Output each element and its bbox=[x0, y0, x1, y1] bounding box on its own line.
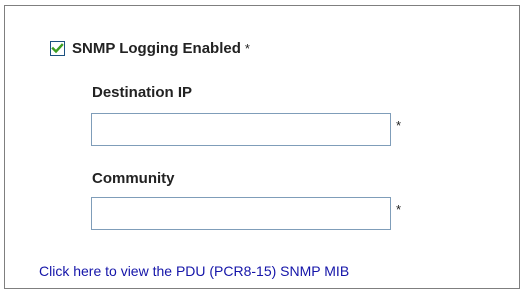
checkmark-icon bbox=[51, 43, 64, 54]
destination-ip-input[interactable] bbox=[91, 113, 391, 146]
snmp-logging-row: SNMP Logging Enabled * bbox=[50, 40, 250, 57]
community-required-marker: * bbox=[396, 202, 402, 217]
community-input[interactable] bbox=[91, 197, 391, 230]
snmp-logging-checkbox[interactable] bbox=[50, 41, 65, 56]
snmp-logging-label: SNMP Logging Enabled * bbox=[72, 40, 250, 57]
snmp-settings-panel: SNMP Logging Enabled * Destination IP * C… bbox=[4, 5, 520, 289]
destination-ip-required-marker: * bbox=[396, 118, 402, 133]
community-label: Community bbox=[92, 170, 175, 187]
required-marker: * bbox=[244, 41, 250, 56]
destination-ip-label: Destination IP bbox=[92, 84, 193, 101]
snmp-mib-link[interactable]: Click here to view the PDU (PCR8-15) SNM… bbox=[39, 263, 349, 279]
